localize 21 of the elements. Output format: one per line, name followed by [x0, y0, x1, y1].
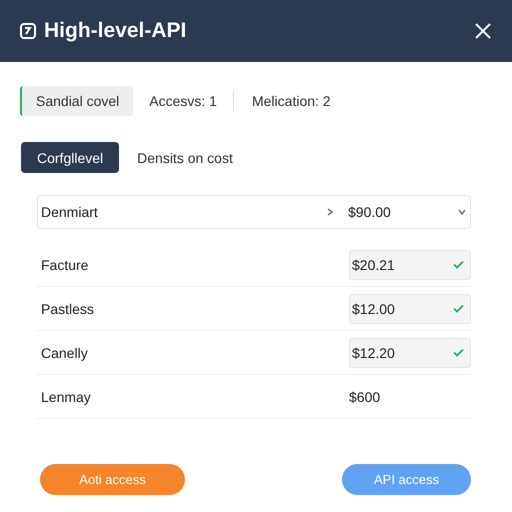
tab[interactable]: Accesvs: 1 [133, 86, 231, 116]
tab[interactable]: Sandial covel [20, 86, 134, 116]
window-title: High-level-API [44, 19, 188, 43]
value-field[interactable]: $12.20 [349, 338, 471, 368]
value-field[interactable]: $12.00 [349, 294, 471, 324]
tab[interactable]: Melication: 2 [236, 86, 345, 116]
mode-tab[interactable]: Corfgllevel [21, 142, 120, 173]
app-icon [20, 23, 36, 39]
row-value: $600 [348, 388, 382, 404]
chevron-right-icon [326, 208, 334, 216]
close-button[interactable] [474, 22, 492, 40]
select-field[interactable]: Denmiart $90.00 [37, 195, 471, 229]
row-label: Facture [41, 256, 90, 272]
value-field[interactable]: $20.21 [349, 250, 471, 280]
row-value: $90.00 [348, 204, 392, 220]
mode-tab[interactable]: Densits on cost [121, 142, 249, 173]
chevron-down-icon [458, 208, 466, 216]
row-label: Canelly [41, 344, 89, 360]
row-label: Pastless [41, 300, 95, 316]
row-label: Lenmay [41, 388, 92, 404]
row-label: Denmiart [41, 204, 99, 220]
